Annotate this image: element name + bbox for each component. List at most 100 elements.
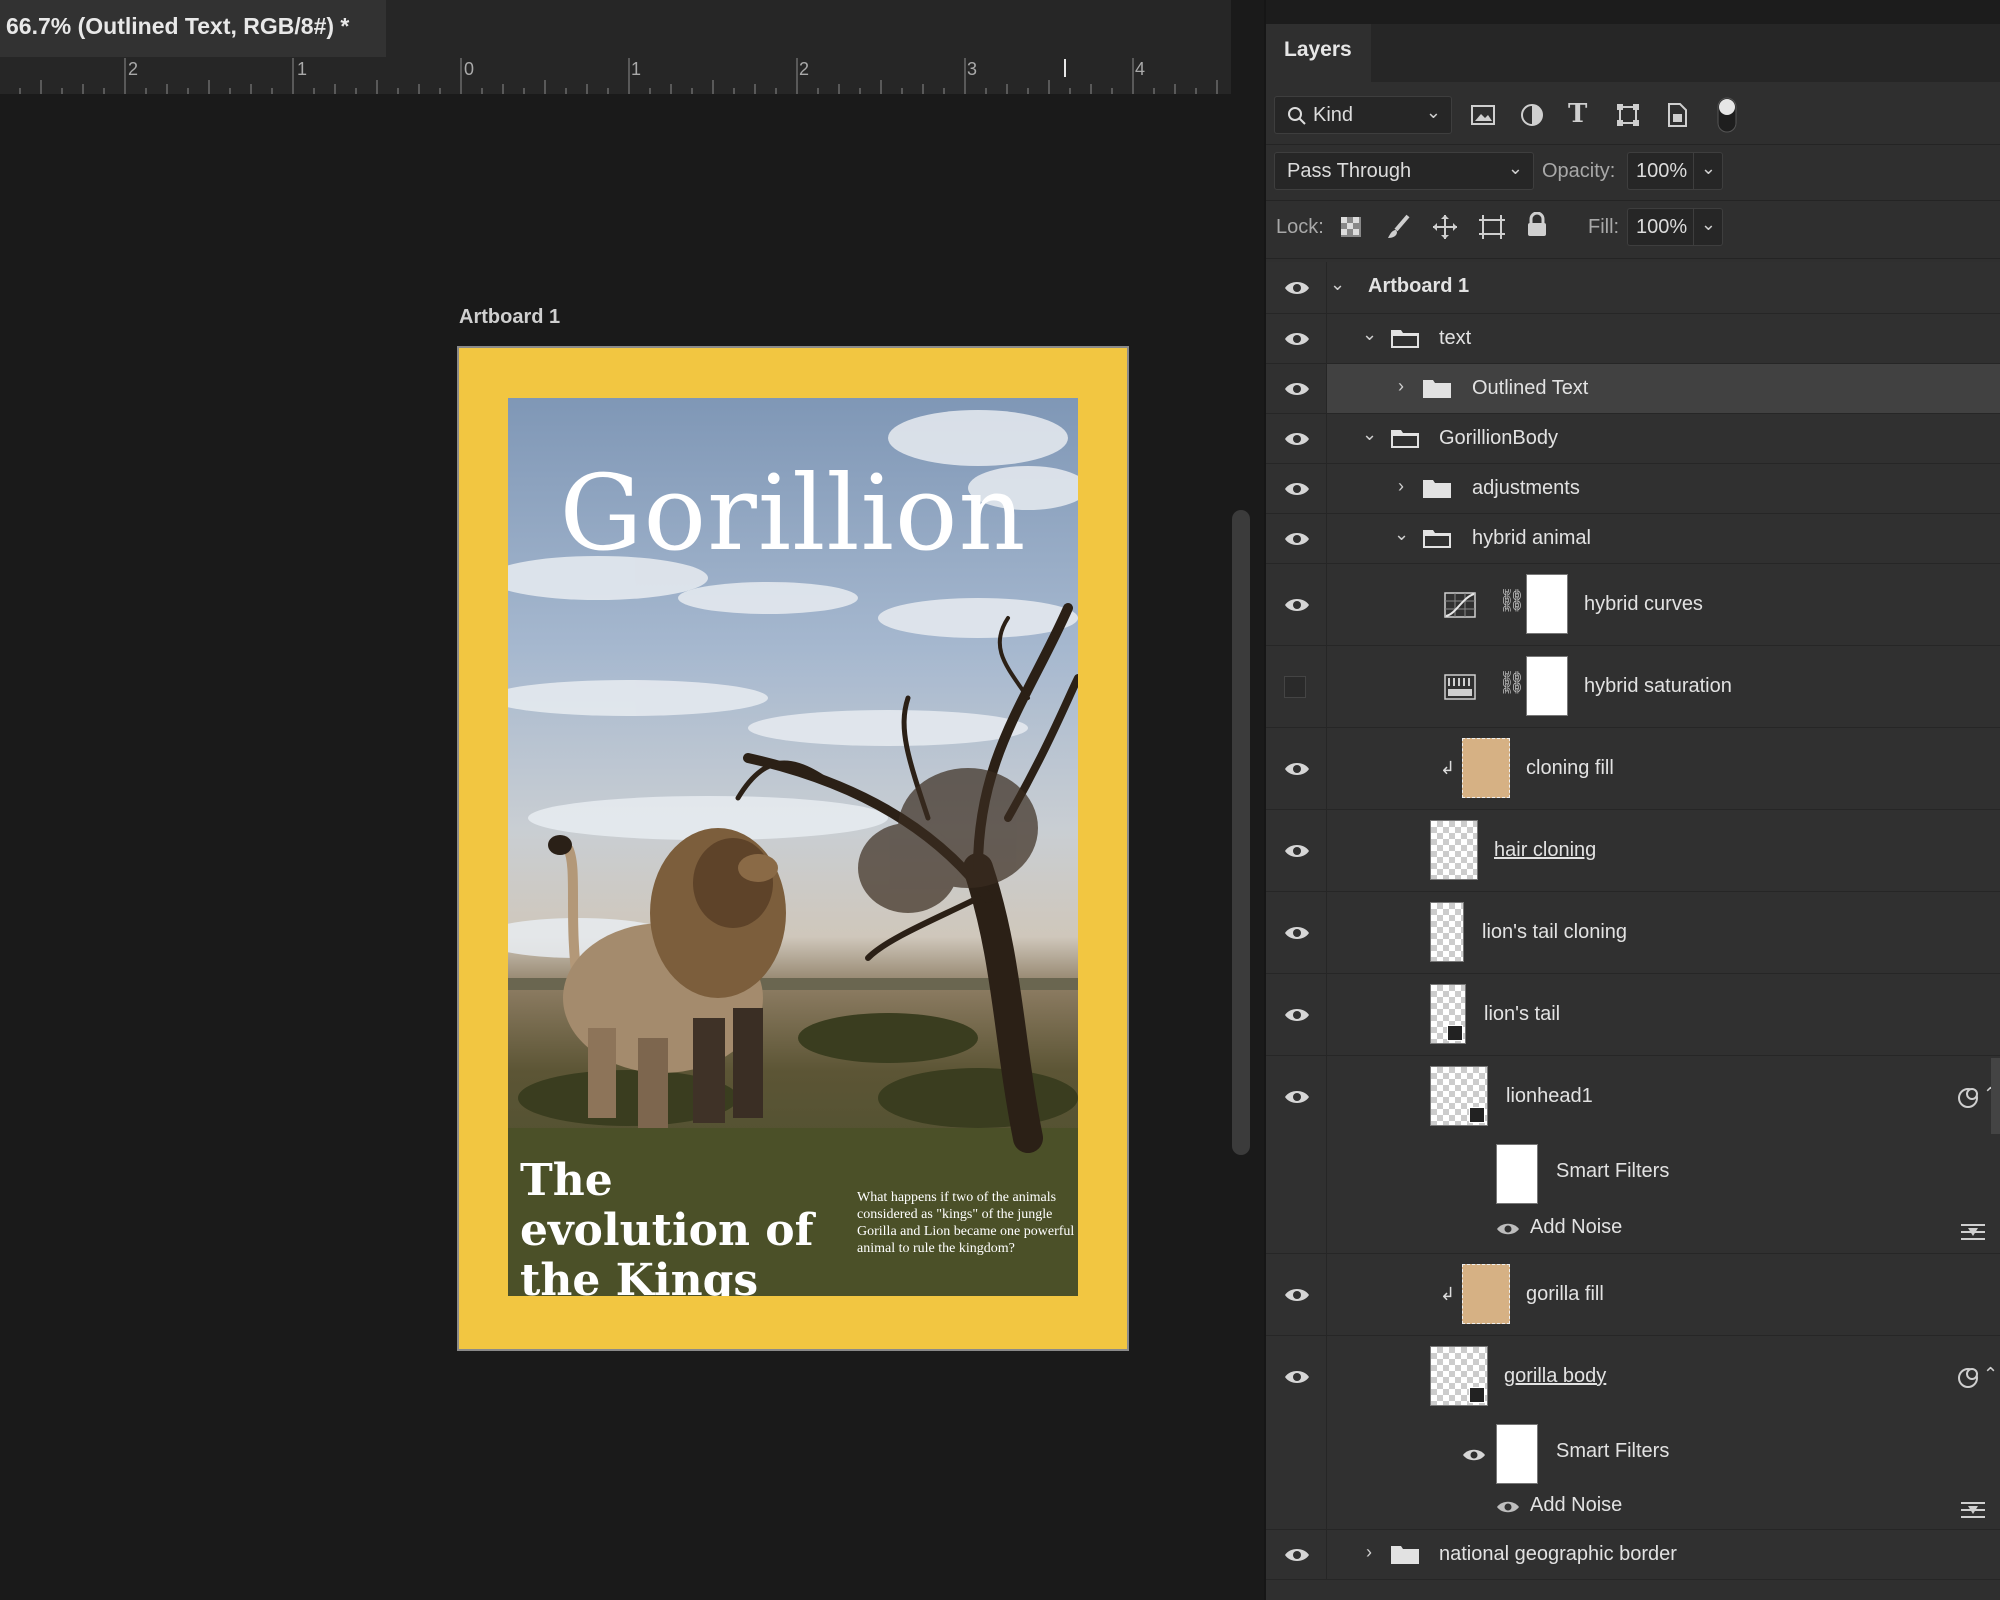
visibility-cell[interactable] [1266,314,1327,363]
chevron-down-icon[interactable]: ⌄ [1362,324,1377,345]
filter-blending-options-icon[interactable] [1960,1222,1986,1242]
canvas-scrollbar[interactable] [1232,510,1250,1155]
visibility-cell[interactable] [1266,464,1327,513]
layer-thumbnail[interactable] [1430,1346,1488,1406]
type-filter-icon[interactable]: T [1568,99,1587,129]
blend-mode-dropdown[interactable]: Pass Through ⌄ [1274,152,1534,190]
layer-thumbnail[interactable] [1462,1264,1510,1324]
layer-thumbnail[interactable] [1430,820,1478,880]
layer-row-national-geographic-border[interactable]: › national geographic border [1266,1530,2000,1580]
artboard-label[interactable]: Artboard 1 [459,306,560,329]
tab-layers[interactable]: Layers [1266,24,1371,82]
eye-icon[interactable] [1496,1500,1520,1514]
chevron-right-icon[interactable]: › [1398,376,1404,397]
lock-position-move-icon[interactable] [1432,214,1458,240]
filter-blending-options-icon[interactable] [1960,1500,1986,1520]
eye-icon[interactable] [1284,925,1310,941]
artboard[interactable]: Gorillion The evolution of the Kings Wha… [457,346,1129,1351]
eye-icon[interactable] [1284,761,1310,777]
smart-filters-mask-thumbnail[interactable] [1496,1144,1538,1204]
eye-icon[interactable] [1284,431,1310,447]
filter-toggle-icon[interactable] [1716,96,1738,134]
visibility-cell[interactable] [1266,414,1327,463]
visibility-cell[interactable] [1266,728,1327,809]
chevron-down-icon[interactable]: ⌄ [1394,524,1409,545]
eye-icon[interactable] [1284,1547,1310,1563]
visibility-cell[interactable] [1266,1254,1327,1335]
eye-icon[interactable] [1284,531,1310,547]
layer-row-text[interactable]: ⌄ text [1266,314,2000,364]
layer-row-hybrid-saturation[interactable]: ⛓ hybrid saturation [1266,646,2000,728]
visibility-cell[interactable] [1266,514,1327,563]
layer-row-hair-cloning[interactable]: hair cloning [1266,810,2000,892]
visibility-cell[interactable] [1266,1056,1327,1253]
layer-row-adjustments[interactable]: › adjustments [1266,464,2000,514]
layer-row-outlined-text[interactable]: › Outlined Text [1266,364,2000,414]
lock-transparent-pixels-icon[interactable] [1340,216,1362,238]
lock-image-pixels-brush-icon[interactable] [1386,214,1412,240]
visibility-cell[interactable] [1266,262,1327,313]
eye-icon[interactable] [1284,843,1310,859]
eye-icon[interactable] [1496,1222,1520,1236]
layer-row-gorilla-body[interactable]: gorilla body ⌃ Smart Filters Add Noise [1266,1336,2000,1530]
smart-object-filter-icon[interactable] [1666,102,1688,128]
layer-thumbnail[interactable] [1430,984,1466,1044]
opacity-input[interactable]: 100% [1627,152,1693,190]
smart-filter-icon[interactable] [1956,1086,1982,1108]
layer-thumbnail[interactable] [1430,902,1464,962]
visibility-cell[interactable] [1266,1530,1327,1579]
visibility-toggle-off[interactable] [1284,676,1306,698]
fill-dropdown-button[interactable]: ⌄ [1693,208,1723,246]
layer-row-hybrid-animal[interactable]: ⌄ hybrid animal [1266,514,2000,564]
horizontal-ruler[interactable]: 2 1 0 1 2 3 4 [0,57,1231,95]
layer-thumbnail[interactable] [1462,738,1510,798]
smart-filters-mask-thumbnail[interactable] [1496,1424,1538,1484]
eye-icon[interactable] [1284,1089,1310,1105]
opacity-dropdown-button[interactable]: ⌄ [1693,152,1723,190]
visibility-cell[interactable] [1266,810,1327,891]
visibility-cell[interactable] [1266,364,1327,413]
eye-icon[interactable] [1284,1287,1310,1303]
layer-row-hybrid-curves[interactable]: ⛓ hybrid curves [1266,564,2000,646]
chevron-up-icon[interactable]: ⌃ [1983,1364,1998,1385]
lock-artboard-nesting-icon[interactable] [1478,214,1506,240]
eye-icon[interactable] [1284,1007,1310,1023]
layer-thumbnail[interactable] [1430,1066,1488,1126]
chevron-right-icon[interactable]: › [1366,1542,1372,1563]
layer-row-artboard-1[interactable]: ⌄ Artboard 1 [1266,262,2000,314]
visibility-cell[interactable] [1266,892,1327,973]
shape-filter-icon[interactable] [1616,103,1640,127]
fill-input[interactable]: 100% [1627,208,1693,246]
lock-all-icon[interactable] [1526,212,1548,238]
chevron-down-icon[interactable]: ⌄ [1330,274,1345,295]
layer-row-lions-tail-cloning[interactable]: lion's tail cloning [1266,892,2000,974]
eye-icon[interactable] [1284,331,1310,347]
eye-icon[interactable] [1462,1448,1486,1462]
smart-filter-icon[interactable] [1956,1366,1982,1388]
eye-icon[interactable] [1284,280,1310,296]
layer-row-gorilla-fill[interactable]: ↲ gorilla fill [1266,1254,2000,1336]
link-icon[interactable]: ⛓ [1498,588,1526,614]
visibility-cell[interactable] [1266,1336,1327,1529]
visibility-cell[interactable] [1266,564,1327,645]
layer-row-gorillionbody[interactable]: ⌄ GorillionBody [1266,414,2000,464]
layer-row-cloning-fill[interactable]: ↲ cloning fill [1266,728,2000,810]
document-tab[interactable]: 66.7% (Outlined Text, RGB/8#) * [0,0,387,57]
visibility-cell[interactable] [1266,974,1327,1055]
visibility-cell[interactable] [1266,646,1327,727]
chevron-right-icon[interactable]: › [1398,476,1404,497]
adjustment-filter-icon[interactable] [1520,103,1544,127]
layer-row-lionhead1[interactable]: lionhead1 ⌃ Smart Filters Add Noise [1266,1056,2000,1254]
link-icon[interactable]: ⛓ [1498,670,1526,696]
layer-mask-thumbnail[interactable] [1526,574,1568,634]
eye-icon[interactable] [1284,597,1310,613]
layer-mask-thumbnail[interactable] [1526,656,1568,716]
kind-filter-dropdown[interactable]: Kind ⌄ [1274,96,1452,134]
image-filter-icon[interactable] [1470,104,1496,126]
panel-scrollbar[interactable] [1991,1058,2000,1134]
chevron-down-icon[interactable]: ⌄ [1362,424,1377,445]
eye-icon[interactable] [1284,1369,1310,1385]
eye-icon[interactable] [1284,381,1310,397]
layer-row-lions-tail[interactable]: lion's tail [1266,974,2000,1056]
eye-icon[interactable] [1284,481,1310,497]
